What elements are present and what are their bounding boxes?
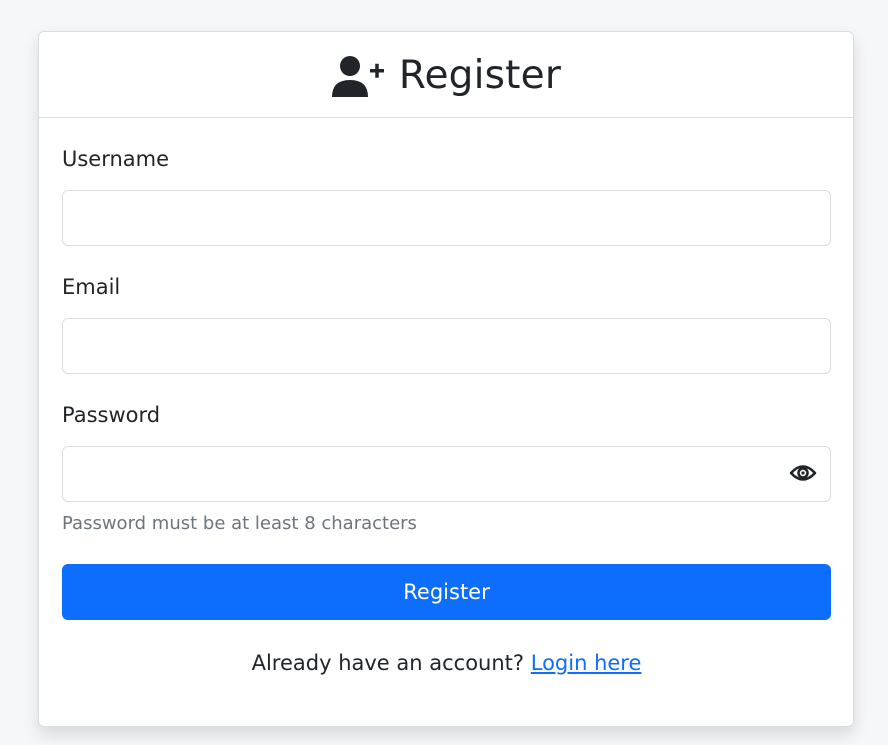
username-input-wrap (62, 190, 831, 246)
user-plus-icon (331, 54, 385, 98)
password-input[interactable] (62, 446, 831, 502)
page-title: Register (398, 53, 562, 98)
password-label: Password (62, 403, 161, 427)
card-header: Register (39, 32, 853, 118)
register-card: Register Username Email Password Passwor… (38, 31, 854, 727)
email-label: Email (62, 275, 121, 299)
password-field (62, 446, 831, 502)
login-link[interactable]: Login here (531, 651, 642, 675)
email-input[interactable] (62, 318, 831, 374)
password-help-text: Password must be at least 8 characters (62, 513, 417, 534)
password-input-wrap (62, 446, 831, 502)
login-prompt-text: Already have an account? (251, 651, 525, 675)
email-input-wrap (62, 318, 831, 374)
login-prompt: Already have an account? Login here (62, 651, 831, 675)
register-button[interactable]: Register (62, 564, 831, 620)
username-group: Username (62, 149, 831, 170)
username-label: Username (62, 147, 170, 171)
submit-wrap: Register (62, 564, 831, 620)
footer: Already have an account? Login here (62, 651, 831, 675)
eye-icon[interactable] (789, 459, 817, 487)
password-help-wrap: Password must be at least 8 characters (62, 515, 831, 533)
email-group: Email (62, 277, 831, 298)
username-input[interactable] (62, 190, 831, 246)
password-group: Password (62, 405, 831, 426)
